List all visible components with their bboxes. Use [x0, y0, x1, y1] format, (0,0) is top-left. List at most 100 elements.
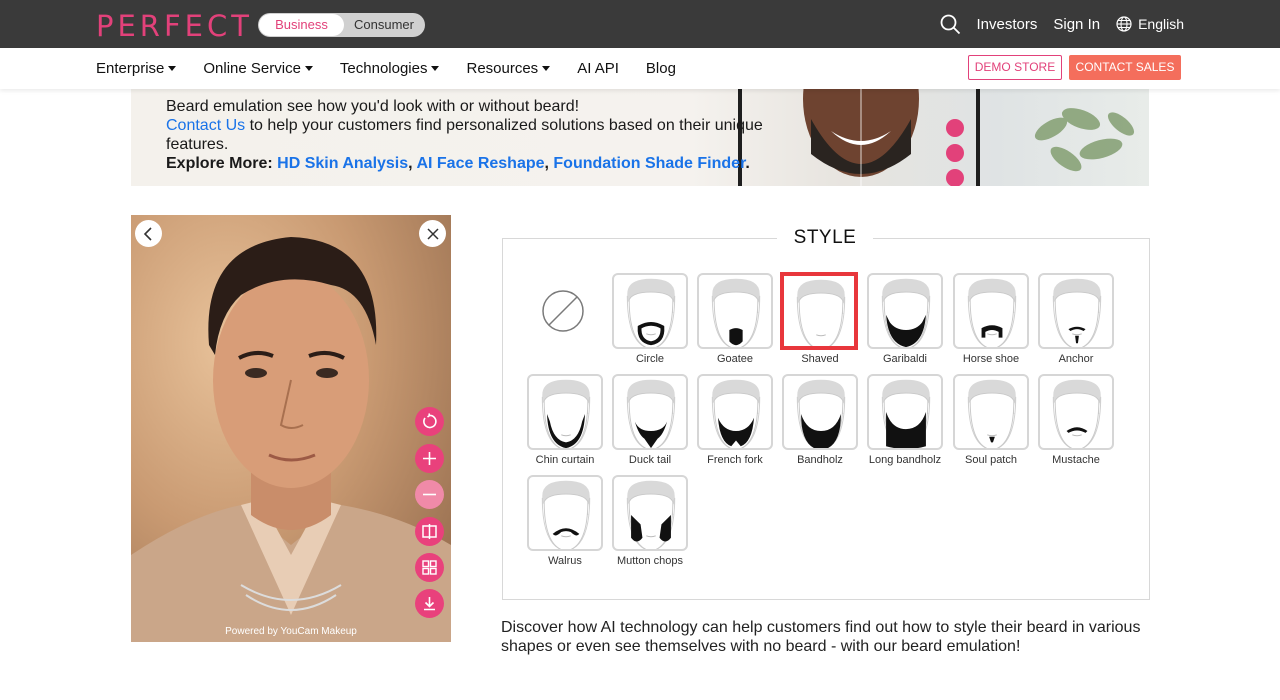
style-thumbnail[interactable]: [782, 374, 858, 450]
zoom-out-button[interactable]: [415, 480, 444, 509]
portrait-image: [131, 237, 451, 642]
style-label: Horse shoe: [962, 353, 1020, 365]
walrus-beard-icon: [541, 480, 591, 549]
style-thumbnail[interactable]: [612, 475, 688, 551]
style-option-french-fork[interactable]: French fork: [696, 374, 774, 470]
style-label: Duck tail: [628, 454, 672, 466]
style-label: Chin curtain: [535, 454, 595, 466]
nav-item-label: Resources: [466, 60, 539, 77]
style-option-mutton-chops[interactable]: Mutton chops: [611, 475, 689, 571]
style-thumbnail[interactable]: [1038, 374, 1114, 450]
style-option-shaved[interactable]: Shaved: [780, 272, 859, 369]
style-label: Circle: [635, 353, 665, 365]
language-selector[interactable]: English: [1116, 16, 1184, 32]
style-label: Mustache: [1052, 454, 1100, 466]
foundation-shade-finder-link[interactable]: Foundation Shade Finder: [553, 155, 745, 172]
style-thumbnail[interactable]: [867, 273, 943, 349]
undo-icon: [423, 413, 437, 429]
nav-item-enterprise[interactable]: Enterprise: [96, 60, 177, 77]
bandholz-beard-icon: [796, 379, 846, 448]
no-beard-option[interactable]: [524, 273, 602, 349]
banner-headline: Beard emulation see how you'd look with …: [166, 98, 580, 115]
style-thumbnail[interactable]: [612, 374, 688, 450]
period: .: [745, 155, 750, 172]
download-button[interactable]: [415, 589, 444, 618]
zoom-in-button[interactable]: [415, 444, 444, 473]
style-label: French fork: [707, 454, 763, 466]
style-option-bandholz[interactable]: Bandholz: [781, 374, 859, 470]
chevron-left-icon: [143, 226, 152, 241]
compare-icon[interactable]: [946, 119, 964, 137]
style-thumbnail[interactable]: [953, 374, 1029, 450]
photo-preview: Powered by YouCam Makeup: [131, 215, 451, 642]
nav-item-label: Enterprise: [96, 60, 165, 77]
garibaldi-beard-icon: [881, 278, 931, 347]
style-thumbnail[interactable]: [1038, 273, 1114, 349]
audience-toggle[interactable]: Business Consumer: [258, 13, 425, 37]
nav-item-label: Blog: [645, 60, 676, 77]
style-option-horse-shoe[interactable]: Horse shoe: [952, 273, 1030, 369]
compare-button[interactable]: [415, 517, 444, 546]
style-option-garibaldi[interactable]: Garibaldi: [866, 273, 944, 369]
style-thumbnail[interactable]: [780, 272, 858, 350]
demo-store-button[interactable]: DEMO STORE: [968, 55, 1062, 80]
style-option-anchor[interactable]: Anchor: [1037, 273, 1115, 369]
banner-face-image: [803, 89, 919, 186]
style-option-chin-curtain[interactable]: Chin curtain: [526, 374, 604, 470]
caret-down-icon: [431, 66, 440, 71]
nav-item-label: Online Service: [203, 60, 301, 77]
consumer-tab[interactable]: Consumer: [344, 13, 424, 37]
style-label: Shaved: [801, 353, 839, 365]
ai-face-reshape-link[interactable]: AI Face Reshape: [416, 155, 544, 172]
globe-icon: [1116, 16, 1132, 32]
explore-more: Explore More: HD Skin Analysis, AI Face …: [166, 154, 776, 173]
goatee-beard-icon: [711, 278, 761, 347]
banner-text: Beard emulation see how you'd look with …: [166, 97, 776, 173]
nav-item-label: AI API: [577, 60, 619, 77]
business-tab[interactable]: Business: [259, 14, 344, 36]
french-fork-beard-icon: [711, 379, 761, 448]
contact-us-link[interactable]: Contact Us: [166, 117, 245, 134]
nav-item-ai-api[interactable]: AI API: [577, 60, 619, 77]
style-thumbnail[interactable]: [953, 273, 1029, 349]
investors-link[interactable]: Investors: [977, 16, 1038, 33]
zoom-out-icon: [423, 493, 436, 496]
contact-sales-button[interactable]: CONTACT SALES: [1069, 55, 1181, 80]
search-icon[interactable]: [940, 14, 961, 35]
nav-item-technologies[interactable]: Technologies: [340, 60, 440, 77]
style-thumbnail[interactable]: [697, 273, 773, 349]
style-thumbnail[interactable]: [527, 475, 603, 551]
banner-body: Contact Us to help your customers find p…: [166, 116, 776, 154]
style-thumbnail[interactable]: [527, 374, 603, 450]
back-button[interactable]: [135, 220, 162, 247]
style-option-duck-tail[interactable]: Duck tail: [611, 374, 689, 470]
nav-item-blog[interactable]: Blog: [646, 60, 676, 77]
plant-image: [1034, 108, 1135, 172]
brand-logo[interactable]: PERFECT: [96, 9, 253, 43]
style-option-circle[interactable]: Circle: [611, 273, 689, 369]
style-thumbnail[interactable]: [867, 374, 943, 450]
chin-curtain-beard-icon: [541, 379, 591, 448]
no-style-icon: [542, 290, 584, 332]
explore-label: Explore More:: [166, 155, 278, 172]
style-label: Anchor: [1058, 353, 1094, 365]
sign-in-link[interactable]: Sign In: [1053, 16, 1100, 33]
style-option-goatee[interactable]: Goatee: [696, 273, 774, 369]
undo-button[interactable]: [415, 407, 444, 436]
style-option-walrus[interactable]: Walrus: [526, 475, 604, 571]
nav-item-online-service[interactable]: Online Service: [203, 60, 313, 77]
caret-down-icon: [168, 66, 177, 71]
hd-skin-analysis-link[interactable]: HD Skin Analysis: [277, 155, 408, 172]
style-option-soul-patch[interactable]: Soul patch: [952, 374, 1030, 470]
download-icon: [424, 597, 435, 611]
nav-item-resources[interactable]: Resources: [466, 60, 551, 77]
style-thumbnail[interactable]: [697, 374, 773, 450]
close-button[interactable]: [419, 220, 446, 247]
layout-button[interactable]: [415, 553, 444, 582]
layout-icon[interactable]: [946, 144, 964, 162]
style-option-mustache[interactable]: Mustache: [1037, 374, 1115, 470]
compare-icon: [422, 524, 437, 539]
style-option-long-bandholz[interactable]: Long bandholz: [866, 374, 944, 470]
share-icon[interactable]: [946, 169, 964, 186]
style-thumbnail[interactable]: [612, 273, 688, 349]
